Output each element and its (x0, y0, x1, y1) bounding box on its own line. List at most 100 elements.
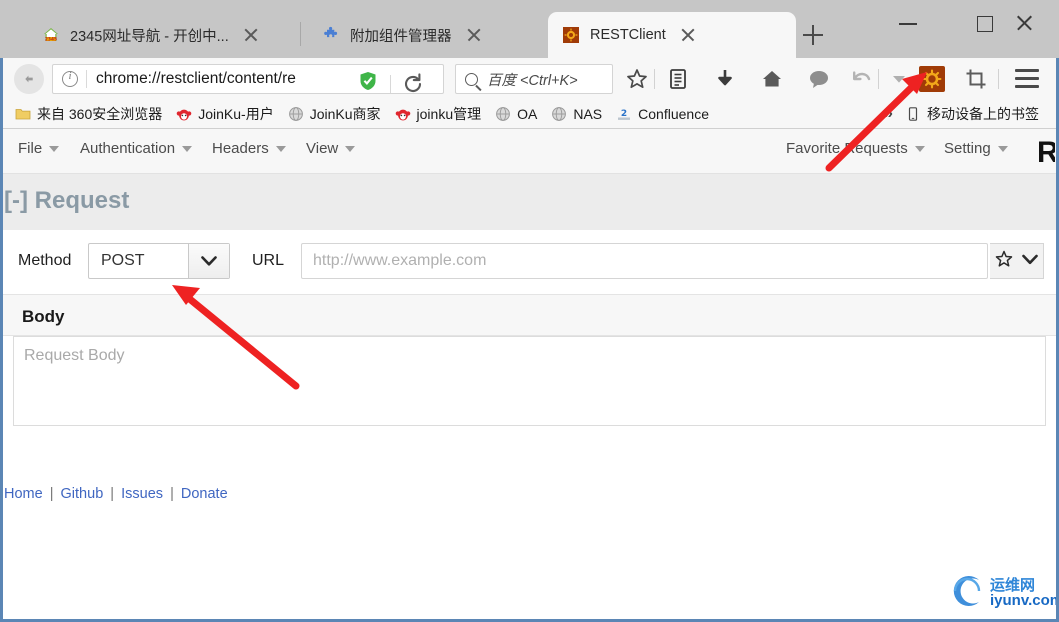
bookmark-item-1[interactable]: JoinKu-用户 (169, 102, 280, 126)
url-placeholder: http://www.example.com (313, 252, 487, 269)
footer-link-donate[interactable]: Donate (181, 486, 228, 502)
url-addon-buttons (990, 243, 1044, 279)
close-icon[interactable] (239, 23, 263, 47)
menu-authentication[interactable]: Authentication (80, 140, 193, 157)
bookmarks-overflow-button[interactable]: » (884, 105, 893, 123)
footer-link-github[interactable]: Github (61, 486, 104, 502)
method-dropdown-button[interactable] (188, 244, 229, 278)
browser-tab-1[interactable]: 2345 2345网址导航 - 开创中... (28, 12, 296, 58)
menu-file[interactable]: File (18, 140, 60, 157)
info-circle-icon[interactable] (62, 70, 78, 87)
globe-icon (288, 106, 304, 122)
folder-icon (15, 106, 31, 122)
bookmark-star-icon[interactable] (622, 64, 652, 94)
chevron-down-icon (997, 145, 1008, 152)
bookmark-label: JoinKu-用户 (198, 106, 274, 122)
restclient-gear-icon (562, 26, 580, 44)
method-value: POST (101, 252, 145, 269)
menu-view[interactable]: View (306, 140, 356, 157)
house-2345-icon: 2345 (42, 26, 60, 44)
back-button[interactable] (14, 64, 44, 94)
screenshot-crop-icon[interactable] (961, 64, 991, 94)
request-method-url-row: Method POST URL http://www.example.com (0, 230, 1059, 294)
url-label: URL (252, 252, 285, 269)
browser-window: 2345 2345网址导航 - 开创中... 附加组件管理器 RESTClien… (0, 0, 1059, 622)
chevron-down-icon[interactable] (1022, 252, 1039, 270)
bookmark-item-2[interactable]: JoinKu商家 (281, 102, 388, 126)
svg-text:2345: 2345 (45, 36, 57, 42)
divider (998, 69, 999, 89)
star-icon[interactable] (995, 250, 1013, 273)
method-select[interactable]: POST (88, 243, 230, 279)
browser-tab-2[interactable]: 附加组件管理器 (308, 12, 540, 58)
bookmark-item-3[interactable]: joinku管理 (388, 102, 489, 126)
menu-favorite-requests[interactable]: Favorite Requests (786, 140, 925, 157)
globe-icon (495, 106, 511, 122)
close-icon[interactable] (462, 23, 486, 47)
shield-check-icon[interactable] (359, 71, 377, 91)
tab-title: RESTClient (590, 27, 666, 43)
reload-icon[interactable] (401, 72, 427, 98)
menu-headers[interactable]: Headers (212, 140, 286, 157)
tab-title: 附加组件管理器 (350, 28, 452, 45)
restclient-extension-icon[interactable] (919, 66, 945, 92)
chevron-down-icon (345, 145, 356, 152)
browser-menu-icon[interactable] (1013, 68, 1041, 90)
mobile-bookmarks-item[interactable]: 移动设备上的书签 (905, 104, 1039, 124)
window-minimize-button[interactable] (886, 8, 930, 38)
menu-label: Favorite Requests (786, 140, 908, 157)
body-section-header: Body (0, 294, 1059, 336)
downloads-icon[interactable] (710, 64, 740, 94)
dropdown-icon[interactable] (884, 64, 914, 94)
home-icon[interactable] (757, 64, 787, 94)
search-input[interactable]: 百度 <Ctrl+K> (455, 64, 613, 94)
window-maximize-button[interactable] (963, 8, 1007, 38)
footer-separator: | (49, 486, 54, 502)
divider (878, 69, 879, 89)
chat-bubble-icon[interactable] (804, 64, 834, 94)
divider (654, 69, 655, 89)
footer-separator: | (170, 486, 174, 502)
swoosh-circle-icon (946, 570, 988, 617)
bookmark-item-6[interactable]: 2 Confluence (609, 102, 716, 126)
browser-toolbar: chrome://restclient/content/re 百度 <Ctrl+… (0, 58, 1059, 100)
chevron-down-icon (182, 145, 193, 152)
new-tab-button[interactable] (800, 22, 826, 48)
window-edge-left (0, 58, 3, 622)
mobile-bookmarks-label: 移动设备上的书签 (927, 106, 1039, 122)
watermark-cn: 运维网 (990, 576, 1036, 594)
monkey-icon (176, 106, 192, 122)
browser-tab-3[interactable]: RESTClient (548, 12, 796, 58)
watermark: 运维网 iyunv.com (946, 570, 1059, 617)
divider (390, 75, 391, 93)
chevron-down-icon (275, 145, 286, 152)
request-section-header: [-] Request (0, 174, 1059, 230)
footer-links: Home | Github | Issues | Donate (4, 486, 228, 502)
footer-separator: | (110, 486, 115, 502)
bookmark-label: Confluence (638, 106, 709, 122)
bookmark-item-4[interactable]: OA (488, 102, 544, 126)
url-input[interactable]: http://www.example.com (301, 243, 988, 279)
bookmark-item-0[interactable]: 来自 360安全浏览器 (8, 102, 169, 126)
globe-icon (551, 106, 567, 122)
address-bar[interactable]: chrome://restclient/content/re (52, 64, 444, 94)
restclient-app: File Authentication Headers View Favorit… (0, 129, 1059, 622)
menu-setting[interactable]: Setting (944, 140, 1008, 157)
close-icon[interactable] (676, 23, 700, 47)
reading-list-icon[interactable] (663, 64, 693, 94)
footer-link-issues[interactable]: Issues (121, 486, 163, 502)
request-body-textarea[interactable]: Request Body (13, 336, 1046, 426)
menu-label: Setting (944, 140, 991, 157)
undo-icon (847, 64, 877, 94)
bookmark-label: 来自 360安全浏览器 (37, 106, 163, 122)
bookmark-item-5[interactable]: NAS (544, 102, 609, 126)
menu-label: View (306, 140, 339, 157)
window-close-button[interactable] (1002, 8, 1046, 38)
confluence-icon: 2 (616, 106, 632, 122)
watermark-en: iyunv.com (990, 591, 1059, 609)
chevron-down-icon (914, 145, 925, 152)
restclient-brand-clipped: R (1037, 136, 1055, 169)
footer-link-home[interactable]: Home (4, 486, 43, 502)
tab-title: 2345网址导航 - 开创中... (70, 28, 229, 45)
request-section-title[interactable]: [-] Request (4, 187, 129, 215)
